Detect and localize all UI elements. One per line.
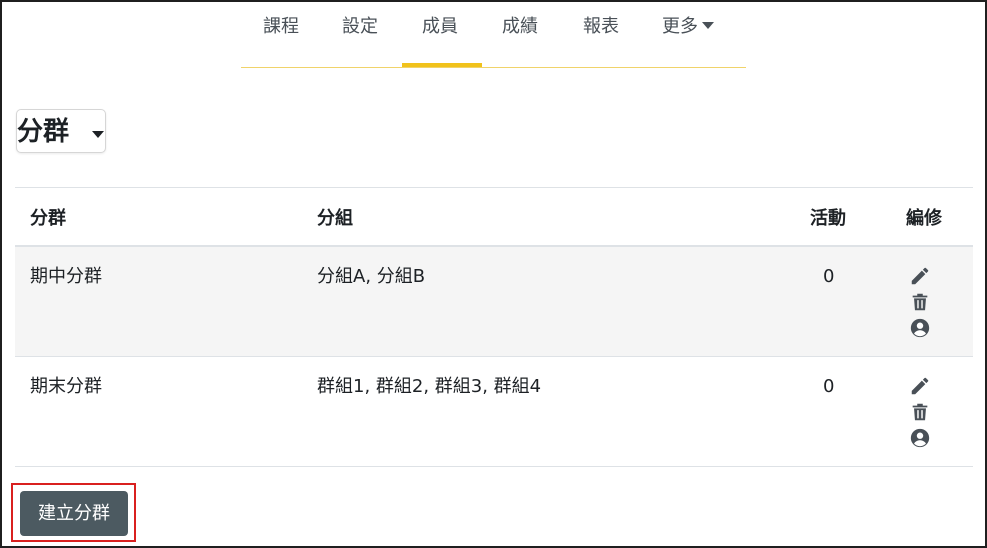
- table-row: 期中分群 分組A, 分組B 0: [15, 247, 973, 357]
- group-list: 分組A, 分組B: [317, 266, 426, 287]
- table-header: 分群 分組 活動 編修: [15, 188, 973, 247]
- pencil-icon[interactable]: [909, 375, 931, 397]
- tab-course[interactable]: 課程: [263, 14, 299, 40]
- caret-down-icon: [702, 21, 714, 29]
- activity-count: 0: [823, 376, 835, 397]
- create-button-highlight: 建立分群: [11, 483, 136, 542]
- group-list: 群組1, 群組2, 群組3, 群組4: [317, 376, 542, 397]
- page-title: 分群: [17, 117, 70, 147]
- caret-down-icon: [92, 131, 104, 138]
- header-activities: 活動: [810, 208, 846, 229]
- user-circle-icon[interactable]: [909, 317, 931, 339]
- grouping-name: 期中分群: [30, 266, 102, 287]
- header-groups: 分組: [317, 208, 353, 229]
- header-grouping: 分群: [30, 208, 66, 229]
- tab-reports[interactable]: 報表: [583, 14, 619, 40]
- user-circle-icon[interactable]: [909, 427, 931, 449]
- groupings-page-selector[interactable]: 分群: [16, 109, 106, 153]
- tab-settings[interactable]: 設定: [342, 14, 378, 40]
- table-row: 期末分群 群組1, 群組2, 群組3, 群組4 0: [15, 357, 973, 467]
- row-actions: [909, 375, 933, 453]
- trash-icon[interactable]: [909, 401, 931, 423]
- activity-count: 0: [823, 266, 835, 287]
- tab-participants[interactable]: 成員: [422, 14, 458, 40]
- groupings-table: 分群 分組 活動 編修 期中分群 分組A, 分組B 0 期末分群 群組1, 群組…: [15, 187, 973, 467]
- tab-more-label: 更多: [662, 16, 698, 37]
- active-tab-indicator: [402, 63, 482, 67]
- row-actions: [909, 265, 933, 343]
- secondary-navigation: 課程 設定 成員 成績 報表 更多: [241, 0, 746, 68]
- pencil-icon[interactable]: [909, 265, 931, 287]
- grouping-name: 期末分群: [30, 376, 102, 397]
- tab-grades[interactable]: 成績: [502, 14, 538, 40]
- header-edit: 編修: [906, 208, 942, 229]
- trash-icon[interactable]: [909, 291, 931, 313]
- tab-more[interactable]: 更多: [662, 14, 714, 40]
- create-grouping-button[interactable]: 建立分群: [20, 491, 128, 536]
